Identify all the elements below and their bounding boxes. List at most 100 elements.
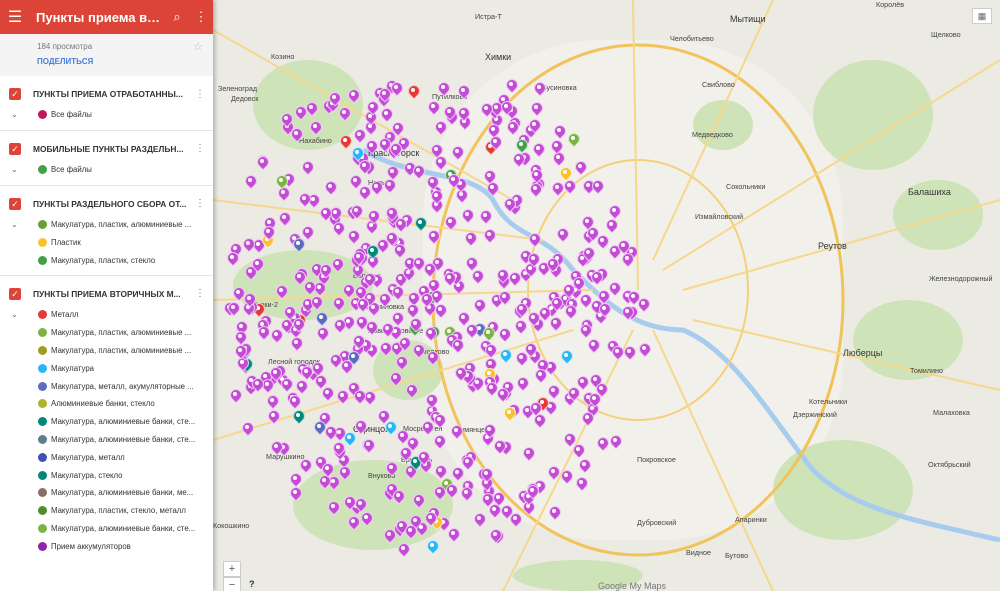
map-canvas[interactable]: Истра-Т Мытищи Королёв Щелково Химки Челобить… bbox=[213, 0, 1000, 591]
map-marker-pin[interactable] bbox=[380, 342, 390, 355]
map-marker-pin[interactable] bbox=[452, 146, 462, 159]
map-marker-pin[interactable] bbox=[355, 420, 365, 433]
map-marker-pin[interactable] bbox=[452, 467, 462, 480]
map-marker-pin[interactable] bbox=[291, 128, 301, 141]
map-marker-pin[interactable] bbox=[233, 287, 243, 300]
map-marker-pin[interactable] bbox=[587, 227, 597, 240]
map-marker-pin[interactable] bbox=[293, 410, 303, 423]
layer-options-icon[interactable]: ⋮ bbox=[195, 288, 205, 299]
legend-item[interactable]: Макулатура, пластик, стекло, металл bbox=[0, 502, 213, 520]
map-marker-pin[interactable] bbox=[428, 230, 438, 243]
map-marker-pin[interactable] bbox=[424, 263, 434, 276]
map-marker-pin[interactable] bbox=[579, 459, 589, 472]
map-marker-pin[interactable] bbox=[333, 442, 343, 455]
layer-header[interactable]: ✓ ПУНКТЫ ПРИЕМА ОТРАБОТАННЫ... ⋮ bbox=[0, 82, 213, 106]
map-marker-pin[interactable] bbox=[591, 271, 601, 284]
map-marker-pin[interactable] bbox=[610, 435, 620, 448]
map-marker-pin[interactable] bbox=[483, 327, 493, 340]
map-marker-pin[interactable] bbox=[382, 323, 392, 336]
map-marker-pin[interactable] bbox=[267, 395, 277, 408]
map-marker-pin[interactable] bbox=[322, 387, 332, 400]
map-marker-pin[interactable] bbox=[368, 210, 378, 223]
map-marker-pin[interactable] bbox=[529, 119, 539, 132]
map-marker-pin[interactable] bbox=[531, 102, 541, 115]
map-marker-pin[interactable] bbox=[535, 369, 545, 382]
map-marker-pin[interactable] bbox=[528, 253, 538, 266]
layer-checkbox[interactable]: ✓ bbox=[9, 197, 21, 210]
map-marker-pin[interactable] bbox=[597, 437, 607, 450]
zoom-out-button[interactable]: − bbox=[223, 577, 241, 591]
map-marker-pin[interactable] bbox=[263, 226, 273, 239]
map-marker-pin[interactable] bbox=[278, 187, 288, 200]
map-marker-pin[interactable] bbox=[330, 354, 340, 367]
legend-item[interactable]: ⌄ Все файлы bbox=[0, 106, 213, 124]
map-marker-pin[interactable] bbox=[392, 122, 402, 135]
map-marker-pin[interactable] bbox=[533, 143, 543, 156]
map-marker-pin[interactable] bbox=[485, 344, 495, 357]
map-marker-pin[interactable] bbox=[638, 298, 648, 311]
map-marker-pin[interactable] bbox=[516, 139, 526, 152]
map-marker-pin[interactable] bbox=[393, 490, 403, 503]
map-marker-pin[interactable] bbox=[359, 186, 369, 199]
map-marker-pin[interactable] bbox=[312, 362, 322, 375]
map-marker-pin[interactable] bbox=[446, 484, 456, 497]
map-marker-pin[interactable] bbox=[448, 174, 458, 187]
map-marker-pin[interactable] bbox=[516, 352, 526, 365]
map-marker-pin[interactable] bbox=[497, 388, 507, 401]
map-marker-pin[interactable] bbox=[290, 487, 300, 500]
map-marker-pin[interactable] bbox=[486, 382, 496, 395]
map-marker-pin[interactable] bbox=[353, 251, 363, 264]
map-marker-pin[interactable] bbox=[291, 337, 301, 350]
map-marker-pin[interactable] bbox=[258, 326, 268, 339]
map-marker-pin[interactable] bbox=[451, 425, 461, 438]
map-marker-pin[interactable] bbox=[367, 245, 377, 258]
map-marker-pin[interactable] bbox=[332, 258, 342, 271]
map-marker-pin[interactable] bbox=[325, 181, 335, 194]
map-marker-pin[interactable] bbox=[506, 79, 516, 92]
map-marker-pin[interactable] bbox=[329, 92, 339, 105]
map-marker-pin[interactable] bbox=[271, 441, 281, 454]
star-icon[interactable]: ☆ bbox=[193, 40, 203, 53]
map-marker-pin[interactable] bbox=[257, 156, 267, 169]
map-marker-pin[interactable] bbox=[281, 378, 291, 391]
map-marker-pin[interactable] bbox=[339, 107, 349, 120]
map-marker-pin[interactable] bbox=[366, 140, 376, 153]
map-marker-pin[interactable] bbox=[507, 121, 517, 134]
map-marker-pin[interactable] bbox=[516, 303, 526, 316]
layer-options-icon[interactable]: ⋮ bbox=[195, 143, 205, 154]
legend-item[interactable]: Макулатура, алюминиевые банки, сте... bbox=[0, 413, 213, 431]
share-link[interactable]: ПОДЕЛИТЬСЯ bbox=[37, 57, 213, 66]
map-marker-pin[interactable] bbox=[316, 312, 326, 325]
map-marker-pin[interactable] bbox=[452, 339, 462, 352]
map-marker-pin[interactable] bbox=[549, 506, 559, 519]
map-marker-pin[interactable] bbox=[406, 384, 416, 397]
map-marker-pin[interactable] bbox=[392, 286, 402, 299]
map-marker-pin[interactable] bbox=[588, 339, 598, 352]
map-marker-pin[interactable] bbox=[381, 108, 391, 121]
legend-item[interactable]: Макулатура, пластик, алюминиевые ... bbox=[0, 342, 213, 360]
map-marker-pin[interactable] bbox=[405, 525, 415, 538]
map-marker-pin[interactable] bbox=[320, 207, 330, 220]
map-marker-pin[interactable] bbox=[244, 293, 254, 306]
map-marker-pin[interactable] bbox=[408, 85, 418, 98]
map-marker-pin[interactable] bbox=[422, 421, 432, 434]
map-marker-pin[interactable] bbox=[386, 232, 396, 245]
map-marker-pin[interactable] bbox=[387, 166, 397, 179]
map-marker-pin[interactable] bbox=[379, 88, 389, 101]
layer-checkbox[interactable]: ✓ bbox=[9, 287, 21, 300]
map-marker-pin[interactable] bbox=[407, 437, 417, 450]
map-marker-pin[interactable] bbox=[434, 414, 444, 427]
map-marker-pin[interactable] bbox=[530, 183, 540, 196]
map-marker-pin[interactable] bbox=[517, 377, 527, 390]
map-marker-pin[interactable] bbox=[557, 228, 567, 241]
map-marker-pin[interactable] bbox=[435, 121, 445, 134]
map-marker-pin[interactable] bbox=[580, 324, 590, 337]
layer-header[interactable]: ✓ ПУНКТЫ РАЗДЕЛЬНОГО СБОРА ОТ... ⋮ bbox=[0, 192, 213, 216]
map-marker-pin[interactable] bbox=[484, 424, 494, 437]
map-marker-pin[interactable] bbox=[481, 103, 491, 116]
map-marker-pin[interactable] bbox=[392, 312, 402, 325]
map-marker-pin[interactable] bbox=[364, 273, 374, 286]
map-marker-pin[interactable] bbox=[366, 321, 376, 334]
map-marker-pin[interactable] bbox=[577, 376, 587, 389]
map-marker-pin[interactable] bbox=[455, 367, 465, 380]
